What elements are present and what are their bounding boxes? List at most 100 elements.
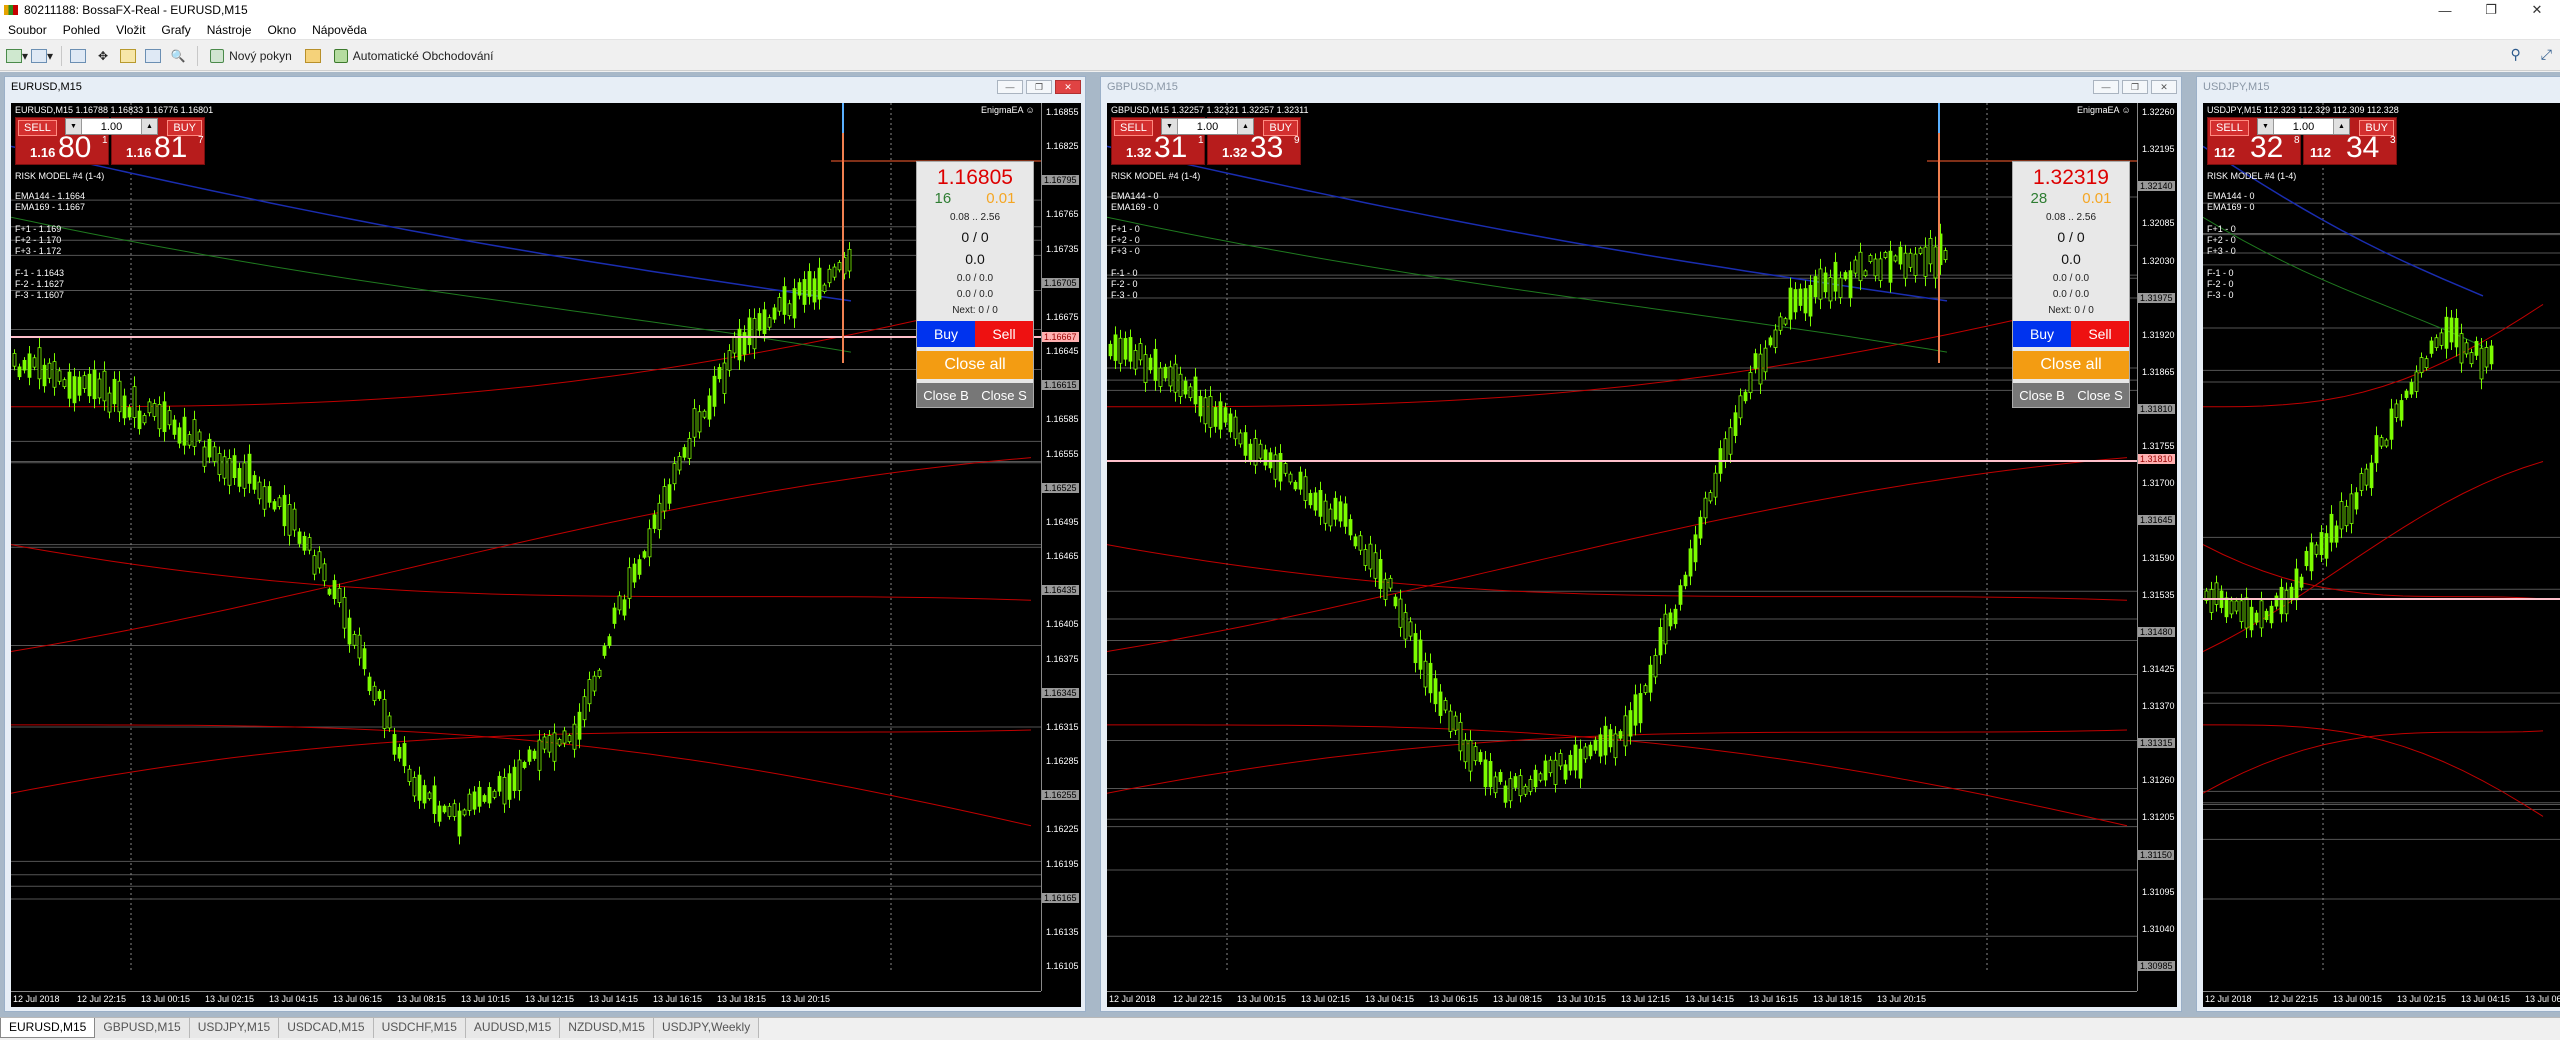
candle-body [2274,595,2279,607]
time-scale-label: 13 Jul 06:15 [333,994,383,1004]
candle-body [2369,462,2374,489]
candle-body [817,267,822,300]
candle-body [127,407,132,418]
candle-body [1728,427,1733,455]
chart-minimize-button[interactable]: — [997,80,1023,94]
auto-trading-button[interactable]: Automatické Obchodování [327,45,501,67]
candle-body [2339,501,2344,530]
tab-usdchf-m15[interactable]: USDCHF,M15 [373,1018,466,1038]
candle-body [257,481,262,500]
chart-canvas[interactable]: GBPUSD,M15 1.32257 1.32321 1.32257 1.323… [1107,103,2177,1007]
candle-body [1123,338,1128,360]
lot-size-input[interactable]: ▼ 1.00 ▲ [65,118,158,135]
chart-window-usdjpy[interactable]: USDJPY,M15 USDJPY,M15 112.323 112.329 11… [2196,76,2560,1012]
chart-restore-button[interactable]: ❐ [1026,80,1052,94]
chart-restore-button[interactable]: ❐ [2122,80,2148,94]
metaeditor-icon[interactable] [302,45,324,67]
price-scale-label: 1.16255 [1042,790,1079,801]
candle-body [2284,589,2289,615]
close-button[interactable]: ✕ [2514,0,2560,20]
candle-body [1658,627,1663,656]
sell-label: SELL [2210,120,2249,136]
candle-body [1183,380,1188,395]
chart-canvas[interactable]: USDJPY,M15 112.323 112.329 112.309 112.3… [2203,103,2560,1007]
time-scale[interactable]: 12 Jul 2018 12 Jul 22:15 13 Jul 00:15 13 Ju… [1107,991,2137,1007]
candle-body [1133,350,1138,370]
candle-body [1418,639,1423,670]
profiles-icon[interactable]: ▾ [31,45,53,67]
new-order-icon [210,48,225,63]
menu-nastroje[interactable]: Nástroje [199,20,260,40]
ea-close-all-button[interactable]: Close all [2013,351,2129,379]
chart-close-button[interactable]: ✕ [2151,80,2177,94]
candle-body [847,248,852,272]
tab-usdjpy-m15[interactable]: USDJPY,M15 [189,1018,280,1038]
menu-soubor[interactable]: Soubor [0,20,55,40]
candle-body [1583,746,1588,760]
candle-body [567,735,572,743]
price-scale[interactable]: 1.32260 1.32195 1.32140 1.32085 1.32030 1.319… [2137,103,2177,991]
ea-sell-button[interactable]: Sell [2071,321,2129,347]
minimize-button[interactable]: — [2422,0,2468,20]
candle-body [342,597,347,629]
tab-gbpusd-m15[interactable]: GBPUSD,M15 [95,1018,190,1038]
ea-close-sell-button[interactable]: Close S [975,383,1033,407]
market-watch-icon[interactable] [67,45,89,67]
candle-body [1653,655,1658,678]
candle-body [2434,337,2439,349]
candle-body [837,262,842,271]
time-scale[interactable]: 12 Jul 2018 12 Jul 22:15 13 Jul 00:15 13 Ju… [11,991,1041,1007]
price-scale[interactable]: 1.16855 1.16825 1.16795 1.16765 1.16735 1.167… [1041,103,1081,991]
chart-window-gbpusd[interactable]: GBPUSD,M15 — ❐ ✕ GBPUSD,M15 1.32257 1.32… [1100,76,2182,1012]
candle-body [802,279,807,305]
tab-nzdusd-m15[interactable]: NZDUSD,M15 [560,1018,654,1038]
chart-canvas[interactable]: EURUSD,M15 1.16788 1.16833 1.16776 1.168… [11,103,1081,1007]
ea-close-sell-button[interactable]: Close S [2071,383,2129,407]
navigator-icon[interactable] [117,45,139,67]
lot-down-icon[interactable]: ▼ [66,119,82,134]
menu-napoveda[interactable]: Nápověda [304,20,375,40]
ea-buy-button[interactable]: Buy [2013,321,2071,347]
tab-usdjpy-weekly[interactable]: USDJPY,Weekly [653,1018,760,1038]
time-scale[interactable]: 12 Jul 2018 12 Jul 22:15 13 Jul 00:15 13 Ju… [2203,991,2560,1007]
maximize-button[interactable]: ❐ [2468,0,2514,20]
grid-lines [2203,103,2560,971]
lot-up-icon[interactable]: ▲ [1237,119,1253,134]
candle-body [602,645,607,656]
lot-size-input[interactable]: ▼ 1.00 ▲ [2257,118,2350,135]
menu-pohled[interactable]: Pohled [55,20,108,40]
crosshair-icon[interactable]: ✥ [92,45,114,67]
chart-window-eurusd[interactable]: EURUSD,M15 — ❐ ✕ EURUSD,M15 1.16788 1.16… [4,76,1086,1012]
ea-close-buy-button[interactable]: Close B [2013,383,2071,407]
ea-buy-button[interactable]: Buy [917,321,975,347]
candle-body [232,455,237,479]
lot-size-input[interactable]: ▼ 1.00 ▲ [1161,118,1254,135]
menu-grafy[interactable]: Grafy [153,20,198,40]
expand-icon[interactable]: ⤢ [2541,46,2552,63]
chart-close-button[interactable]: ✕ [1055,80,1081,94]
chart-minimize-button[interactable]: — [2093,80,2119,94]
new-order-button[interactable]: Nový pokyn [203,45,299,67]
candle-body [1238,432,1243,445]
ea-sell-button[interactable]: Sell [975,321,1033,347]
lot-down-icon[interactable]: ▼ [2258,119,2274,134]
menu-vlozit[interactable]: Vložit [108,20,153,40]
lot-down-icon[interactable]: ▼ [1162,119,1178,134]
menu-okno[interactable]: Okno [259,20,304,40]
lot-up-icon[interactable]: ▲ [141,119,157,134]
tab-usdcad-m15[interactable]: USDCAD,M15 [279,1018,374,1038]
terminal-icon[interactable] [142,45,164,67]
lot-up-icon[interactable]: ▲ [2333,119,2349,134]
auto-trading-label: Automatické Obchodování [352,48,494,63]
candle-body [772,307,777,320]
new-chart-icon[interactable]: ▾ [6,45,28,67]
search-icon[interactable]: ⚲ [2511,46,2521,63]
time-scale-label: 13 Jul 00:15 [141,994,191,1004]
title-bar: 80211188: BossaFX-Real - EURUSD,M15 — ❐ … [0,0,2560,20]
tester-icon[interactable]: 🔍 [167,45,189,67]
ea-close-all-button[interactable]: Close all [917,351,1033,379]
tab-eurusd-m15[interactable]: EURUSD,M15 [0,1018,96,1038]
tab-audusd-m15[interactable]: AUDUSD,M15 [465,1018,561,1038]
candle-body [1918,247,1923,254]
ea-close-buy-button[interactable]: Close B [917,383,975,407]
